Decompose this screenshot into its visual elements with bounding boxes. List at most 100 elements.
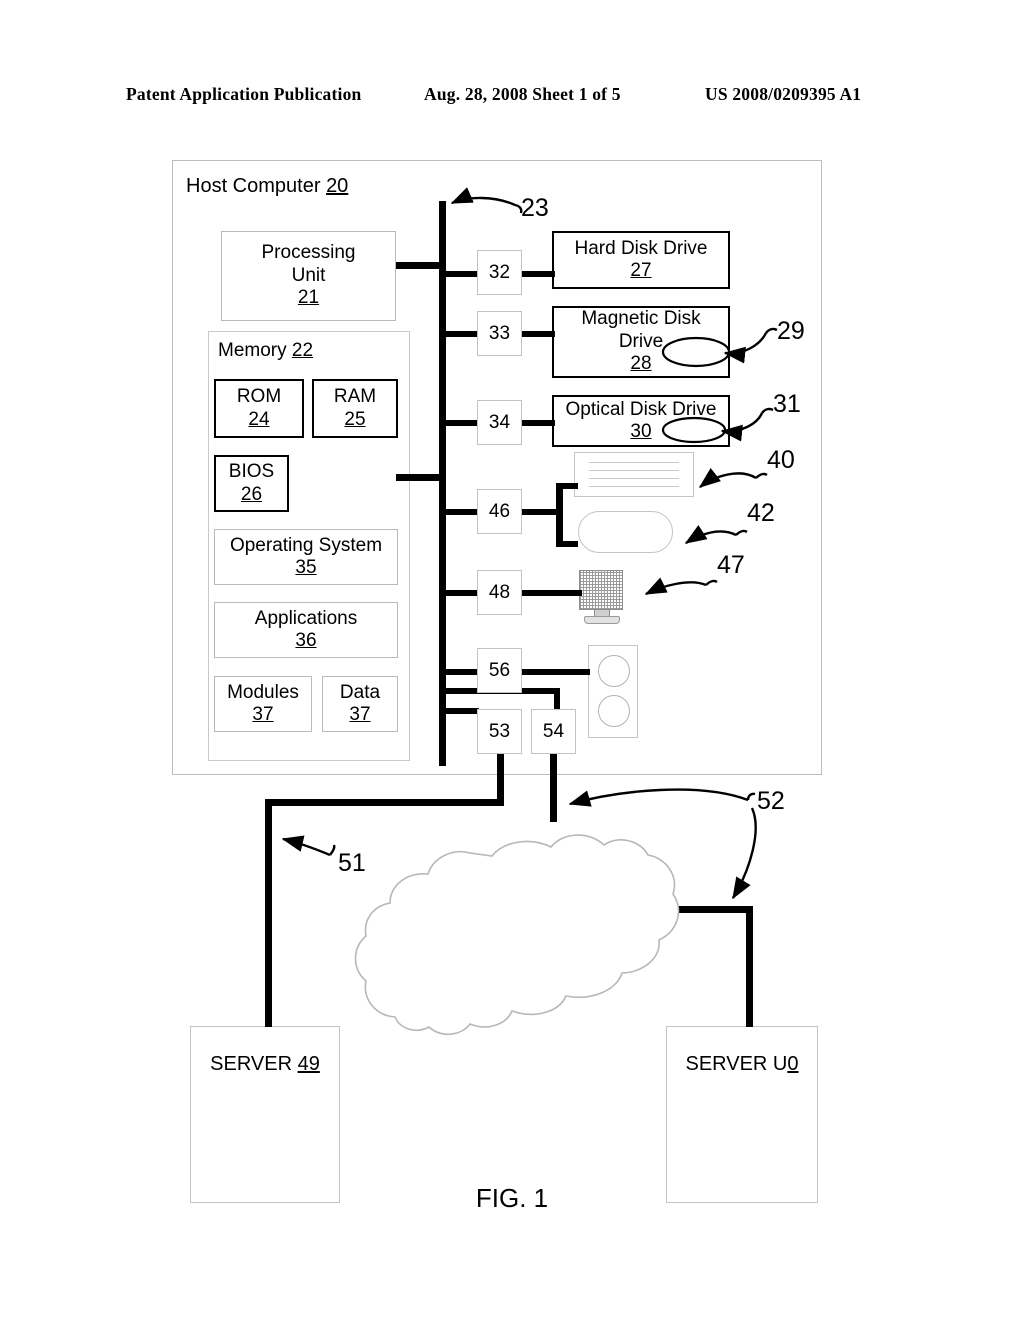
wire-if34-to-optical <box>520 420 555 426</box>
ref-label-31: 31 <box>773 390 801 418</box>
applications-ref: 36 <box>295 630 317 651</box>
processing-unit-line1: Processing <box>261 242 356 264</box>
server-49-box: SERVER 49 <box>190 1026 340 1203</box>
applications-label: Applications <box>254 607 358 629</box>
processing-unit-line2: Unit <box>291 264 326 286</box>
magnetic-disk-drive-line2: Drive <box>618 330 664 352</box>
magnetic-disk-drive-box: Magnetic Disk Drive 28 <box>552 306 730 378</box>
wire-bus-to-if48 <box>443 590 479 596</box>
wire-bus-to-if53 <box>443 708 479 714</box>
wire-if56-to-speaker <box>520 669 590 675</box>
processing-unit-ref: 21 <box>297 287 320 309</box>
ref-label-23: 23 <box>521 194 549 222</box>
mouse-icon <box>578 511 673 553</box>
bios-label: BIOS <box>228 461 275 483</box>
publication-number: US 2008/0209395 A1 <box>705 84 862 104</box>
leader-52-upper <box>568 788 749 807</box>
wire-memory-to-bus <box>396 474 444 481</box>
optical-disk-drive-ref: 30 <box>630 421 652 442</box>
speaker-icon <box>588 645 638 738</box>
hard-disk-drive-label: Hard Disk Drive <box>574 237 708 259</box>
processing-unit-box: Processing Unit 21 <box>221 231 396 321</box>
server-u0-box: SERVER U0 <box>666 1026 818 1203</box>
keyboard-icon <box>574 452 694 497</box>
wire-if32-to-hdd <box>520 271 555 277</box>
monitor-icon <box>579 570 623 610</box>
interface-54: 54 <box>531 709 576 754</box>
rom-label: ROM <box>236 386 282 408</box>
wire-bus-to-if32 <box>443 271 479 277</box>
memory-title: Memory 22 <box>218 340 313 362</box>
server-49-label: SERVER <box>210 1053 298 1075</box>
host-computer-ref: 20 <box>326 175 349 197</box>
magnetic-disk-drive-ref: 28 <box>630 353 652 375</box>
optical-disk-drive-box: Optical Disk Drive 30 <box>552 395 730 447</box>
bios-ref: 26 <box>240 483 263 505</box>
rom-box: ROM 24 <box>214 379 304 438</box>
hard-disk-drive-ref: 27 <box>630 260 652 281</box>
publication-date-sheet: Aug. 28, 2008 Sheet 1 of 5 <box>424 84 621 104</box>
operating-system-ref: 35 <box>295 557 317 578</box>
leader-51 <box>281 835 331 857</box>
input-bracket-vertical <box>556 483 563 547</box>
rom-ref: 24 <box>248 408 270 430</box>
interface-34: 34 <box>477 400 522 445</box>
bios-box: BIOS 26 <box>214 455 289 512</box>
ref-label-29: 29 <box>777 317 805 345</box>
figure-caption: FIG. 1 <box>475 1183 549 1213</box>
data-label: Data <box>339 681 381 703</box>
server-u0-ref: 0 <box>787 1053 799 1075</box>
interface-32: 32 <box>477 250 522 295</box>
ref-label-51: 51 <box>338 849 366 877</box>
optical-disk-drive-label: Optical Disk Drive <box>565 398 717 420</box>
interface-53: 53 <box>477 709 522 754</box>
ref-label-47: 47 <box>717 551 745 579</box>
ref-label-40: 40 <box>767 446 795 474</box>
publication-type-label: Patent Application Publication <box>126 84 362 104</box>
wire-left-network-vertical <box>265 799 272 1027</box>
interface-33: 33 <box>477 311 522 356</box>
data-ref: 37 <box>349 704 371 725</box>
wire-bus-to-if34 <box>443 420 479 426</box>
interface-56: 56 <box>477 648 522 693</box>
ref-label-42: 42 <box>747 499 775 527</box>
modules-ref: 37 <box>252 704 274 725</box>
monitor-base <box>584 616 620 624</box>
memory-ref: 22 <box>291 340 314 361</box>
wire-bus-to-if33 <box>443 331 479 337</box>
ram-ref: 25 <box>344 408 366 430</box>
wire-processing-unit-to-bus <box>396 262 444 269</box>
wire-bus-to-if46 <box>443 509 479 515</box>
wire-if46-to-input-bracket <box>520 509 560 515</box>
operating-system-box: Operating System 35 <box>214 529 398 585</box>
data-box: Data 37 <box>322 676 398 732</box>
operating-system-label: Operating System <box>229 534 383 556</box>
host-computer-title: Host Computer 20 <box>186 175 348 198</box>
host-computer-title-text: Host Computer <box>186 175 321 197</box>
system-bus <box>439 201 446 766</box>
ref-label-52: 52 <box>757 787 785 815</box>
interface-48: 48 <box>477 570 522 615</box>
leader-52-lower <box>731 807 757 900</box>
hard-disk-drive-box: Hard Disk Drive 27 <box>552 231 730 289</box>
server-u0-label: SERVER U <box>685 1053 788 1075</box>
magnetic-disk-drive-line1: Magnetic Disk <box>581 308 701 330</box>
network-label: NETWORK 70 <box>430 888 620 940</box>
wire-if53-down <box>497 752 504 805</box>
wire-if54-down <box>550 752 557 822</box>
ram-label: RAM <box>333 386 377 408</box>
wire-right-network-horizontal <box>671 906 753 913</box>
network-ref: 70 <box>513 916 537 938</box>
applications-box: Applications 36 <box>214 602 398 658</box>
input-bracket-bottom-arm <box>556 541 578 547</box>
modules-label: Modules <box>227 681 299 703</box>
server-49-ref: 49 <box>297 1053 320 1075</box>
wire-bus-to-if56 <box>443 669 479 675</box>
memory-title-text: Memory <box>218 340 287 361</box>
wire-if33-to-magnetic <box>520 331 555 337</box>
interface-46: 46 <box>477 489 522 534</box>
modules-box: Modules 37 <box>214 676 312 732</box>
wire-right-network-vertical <box>746 906 753 1027</box>
input-bracket-top-arm <box>556 483 578 489</box>
network-label-text: NETWORK <box>473 890 577 912</box>
